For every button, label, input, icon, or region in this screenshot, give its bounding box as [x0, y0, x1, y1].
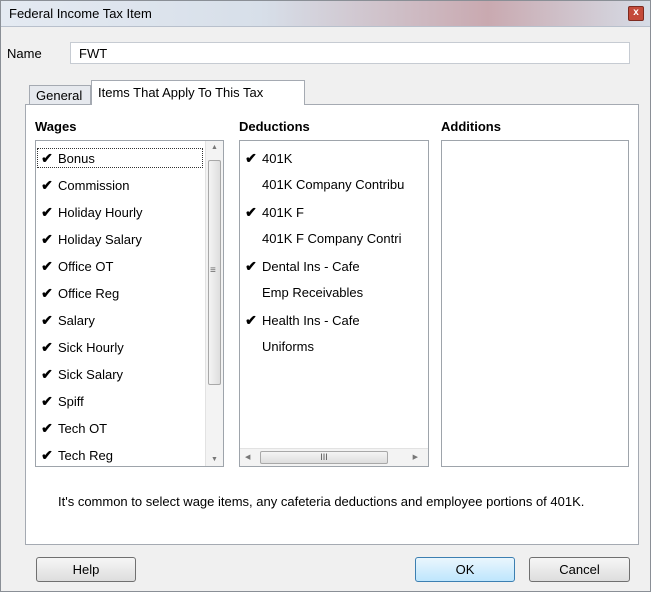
- scroll-down-arrow-icon[interactable]: ▼: [211, 456, 218, 463]
- scroll-up-arrow-icon[interactable]: ▲: [211, 144, 218, 151]
- checkmark-icon: ✔: [245, 204, 257, 220]
- wages-list-item[interactable]: ✔ Holiday Hourly: [36, 201, 204, 223]
- deductions-item-label: Dental Ins - Cafe: [262, 259, 360, 274]
- tab-general[interactable]: General: [29, 85, 91, 105]
- grip-icon: ≡: [210, 265, 216, 276]
- wages-header: Wages: [35, 119, 77, 134]
- wages-item-label: Sick Salary: [58, 367, 124, 382]
- wages-vertical-scrollbar[interactable]: ▲ ≡ ▼: [205, 141, 223, 466]
- deductions-item-label: 401K: [262, 151, 293, 166]
- wages-list-item[interactable]: ✔ Bonus: [36, 147, 204, 169]
- deductions-item-label: Emp Receivables: [262, 285, 364, 300]
- wages-list-item[interactable]: ✔ Salary: [36, 309, 204, 331]
- checkmark-icon: ✔: [41, 312, 53, 328]
- name-input[interactable]: [70, 42, 630, 64]
- wages-list-item[interactable]: ✔ Commission: [36, 174, 204, 196]
- close-button[interactable]: x: [628, 6, 644, 21]
- wages-list[interactable]: ✔ Tech Reg ✔ Tech OT ✔ Spiff ✔ Sick Salary ✔ Sick…: [35, 140, 224, 467]
- wages-item-label: Bonus: [58, 151, 95, 166]
- scroll-right-arrow-icon[interactable]: ▶: [413, 453, 418, 461]
- checkmark-icon: ✔: [41, 150, 53, 166]
- additions-list[interactable]: [441, 140, 629, 467]
- help-button[interactable]: Help: [36, 557, 136, 582]
- ok-button[interactable]: OK: [415, 557, 515, 582]
- deductions-item-label: 401K F Company Contri: [262, 231, 402, 246]
- checkmark-icon: ✔: [41, 177, 53, 193]
- wages-list-item[interactable]: ✔ Sick Hourly: [36, 336, 204, 358]
- scroll-left-arrow-icon[interactable]: ◀: [245, 453, 250, 461]
- checkmark-icon: ✔: [41, 204, 53, 220]
- wages-list-item[interactable]: ✔ Tech Reg: [36, 444, 204, 466]
- checkmark-icon: ✔: [41, 258, 53, 274]
- checkmark-icon: ✔: [245, 150, 257, 166]
- deductions-horizontal-scrollbar[interactable]: ◀ III ▶: [240, 448, 428, 466]
- wages-list-item[interactable]: ✔ Sick Salary: [36, 363, 204, 385]
- checkmark-icon: ✔: [41, 285, 53, 301]
- wages-item-label: Tech OT: [58, 421, 108, 436]
- deductions-list[interactable]: Uniforms ✔ Health Ins - Cafe Emp Receivable…: [239, 140, 429, 467]
- checkmark-icon: ✔: [41, 420, 53, 436]
- dialog-window: Federal Income Tax Item x Name General I…: [0, 0, 651, 592]
- deductions-item-label: Uniforms: [262, 339, 315, 354]
- deductions-scroll-thumb[interactable]: III: [260, 451, 388, 464]
- title-bar[interactable]: Federal Income Tax Item x: [1, 1, 650, 27]
- wages-scroll-thumb[interactable]: ≡: [208, 160, 221, 385]
- deductions-list-item[interactable]: Uniforms: [240, 336, 426, 358]
- name-label: Name: [7, 46, 42, 61]
- deductions-list-item[interactable]: 401K Company Contribu: [240, 174, 426, 196]
- deductions-item-label: Health Ins - Cafe: [262, 313, 360, 328]
- deductions-item-label: 401K Company Contribu: [262, 177, 405, 192]
- wages-item-label: Office OT: [58, 259, 114, 274]
- deductions-item-label: 401K F: [262, 205, 304, 220]
- additions-header: Additions: [441, 119, 501, 134]
- wages-item-label: Commission: [58, 178, 130, 193]
- checkmark-icon: ✔: [245, 312, 257, 328]
- wages-list-item[interactable]: ✔ Tech OT: [36, 417, 204, 439]
- wages-item-label: Sick Hourly: [58, 340, 124, 355]
- wages-item-label: Spiff: [58, 394, 84, 409]
- checkmark-icon: ✔: [41, 339, 53, 355]
- checkmark-icon: ✔: [41, 393, 53, 409]
- wages-list-item[interactable]: ✔ Office Reg: [36, 282, 204, 304]
- wages-list-item[interactable]: ✔ Spiff: [36, 390, 204, 412]
- tab-items-that-apply[interactable]: Items That Apply To This Tax: [91, 80, 305, 105]
- deductions-header: Deductions: [239, 119, 310, 134]
- deductions-list-item[interactable]: ✔ Health Ins - Cafe: [240, 309, 426, 331]
- wages-list-item[interactable]: ✔ Office OT: [36, 255, 204, 277]
- deductions-list-item[interactable]: ✔ 401K F: [240, 201, 426, 223]
- deductions-list-item[interactable]: Emp Receivables: [240, 282, 426, 304]
- wages-item-label: Salary: [58, 313, 95, 328]
- deductions-list-item[interactable]: ✔ 401K: [240, 147, 426, 169]
- wages-item-label: Holiday Salary: [58, 232, 142, 247]
- cancel-button[interactable]: Cancel: [529, 557, 630, 582]
- deductions-list-item[interactable]: ✔ Dental Ins - Cafe: [240, 255, 426, 277]
- window-title: Federal Income Tax Item: [9, 6, 152, 21]
- checkmark-icon: ✔: [41, 231, 53, 247]
- wages-item-label: Holiday Hourly: [58, 205, 143, 220]
- checkmark-icon: ✔: [41, 447, 53, 463]
- checkmark-icon: ✔: [245, 258, 257, 274]
- help-note: It's common to select wage items, any ca…: [58, 494, 585, 509]
- wages-list-item[interactable]: ✔ Holiday Salary: [36, 228, 204, 250]
- wages-item-label: Office Reg: [58, 286, 120, 301]
- wages-item-label: Tech Reg: [58, 448, 113, 463]
- checkmark-icon: ✔: [41, 366, 53, 382]
- deductions-list-item[interactable]: 401K F Company Contri: [240, 228, 426, 250]
